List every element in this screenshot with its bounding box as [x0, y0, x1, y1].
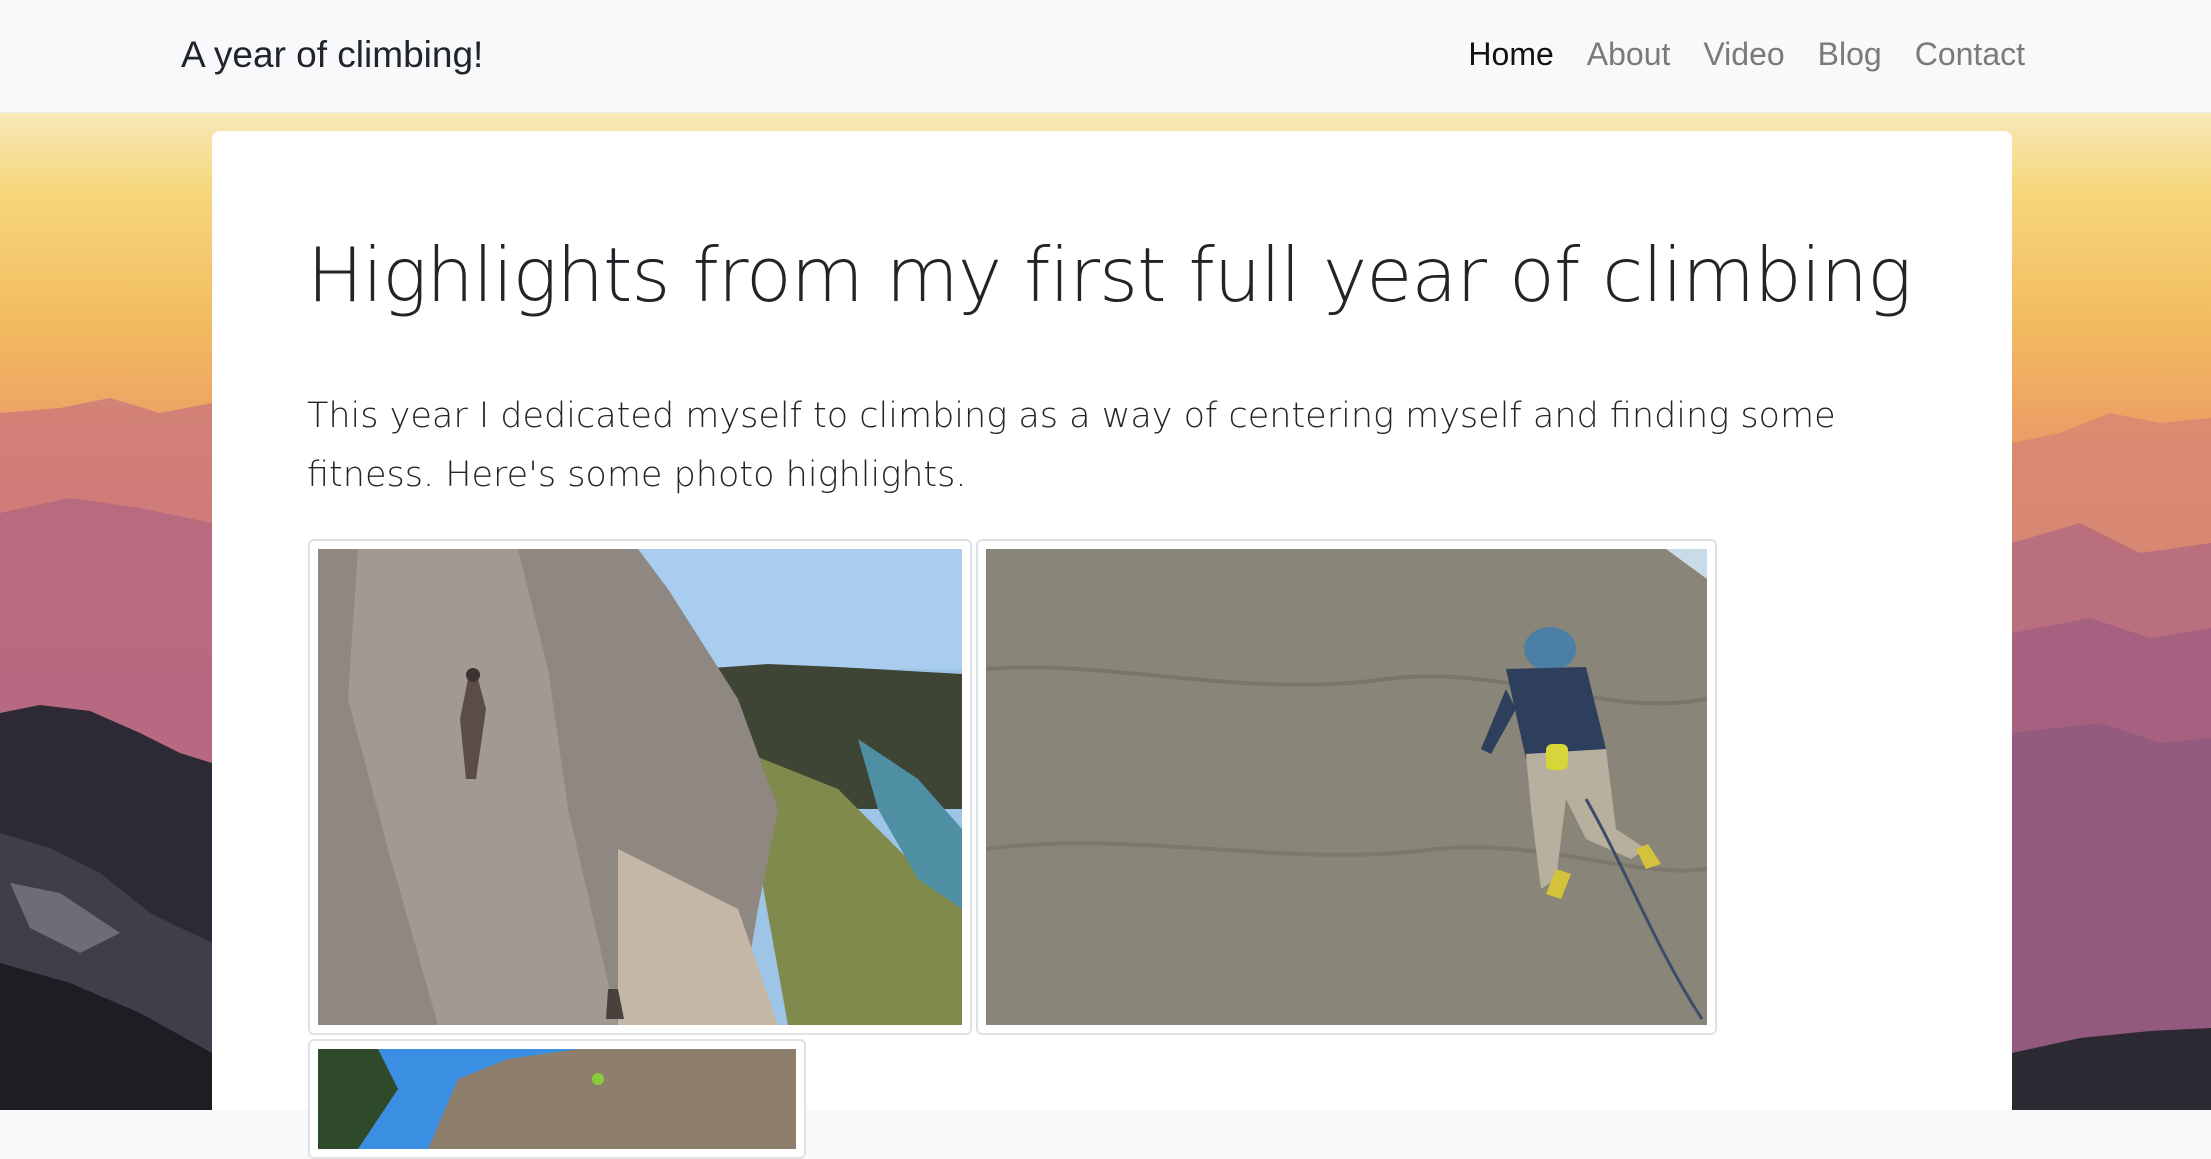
nav-link-contact[interactable]: Contact: [1915, 36, 2025, 73]
top-navbar: A year of climbing! Home About Video Blo…: [0, 0, 2211, 113]
intro-paragraph: This year I dedicated myself to climbing…: [307, 396, 1836, 495]
climbing-photo-partial-image: [318, 1049, 796, 1149]
photo-thumbnail[interactable]: [308, 539, 972, 1035]
nav-link-home[interactable]: Home: [1468, 36, 1553, 73]
photo-thumbnail[interactable]: [976, 539, 1717, 1035]
climbing-photo-slab-image: [986, 549, 1707, 1025]
nav-link-video[interactable]: Video: [1703, 36, 1784, 73]
nav-link-about[interactable]: About: [1587, 36, 1671, 73]
page-title: Highlights from my first full year of cl…: [307, 231, 1912, 319]
nav-link-blog[interactable]: Blog: [1818, 36, 1882, 73]
climbing-photo-canyon-image: [318, 549, 962, 1025]
nav-links: Home About Video Blog Contact: [1468, 36, 2025, 73]
photo-thumbnail[interactable]: [308, 1039, 806, 1159]
content-card: Highlights from my first full year of cl…: [212, 131, 2012, 1159]
navbar-brand[interactable]: A year of climbing!: [181, 34, 483, 76]
